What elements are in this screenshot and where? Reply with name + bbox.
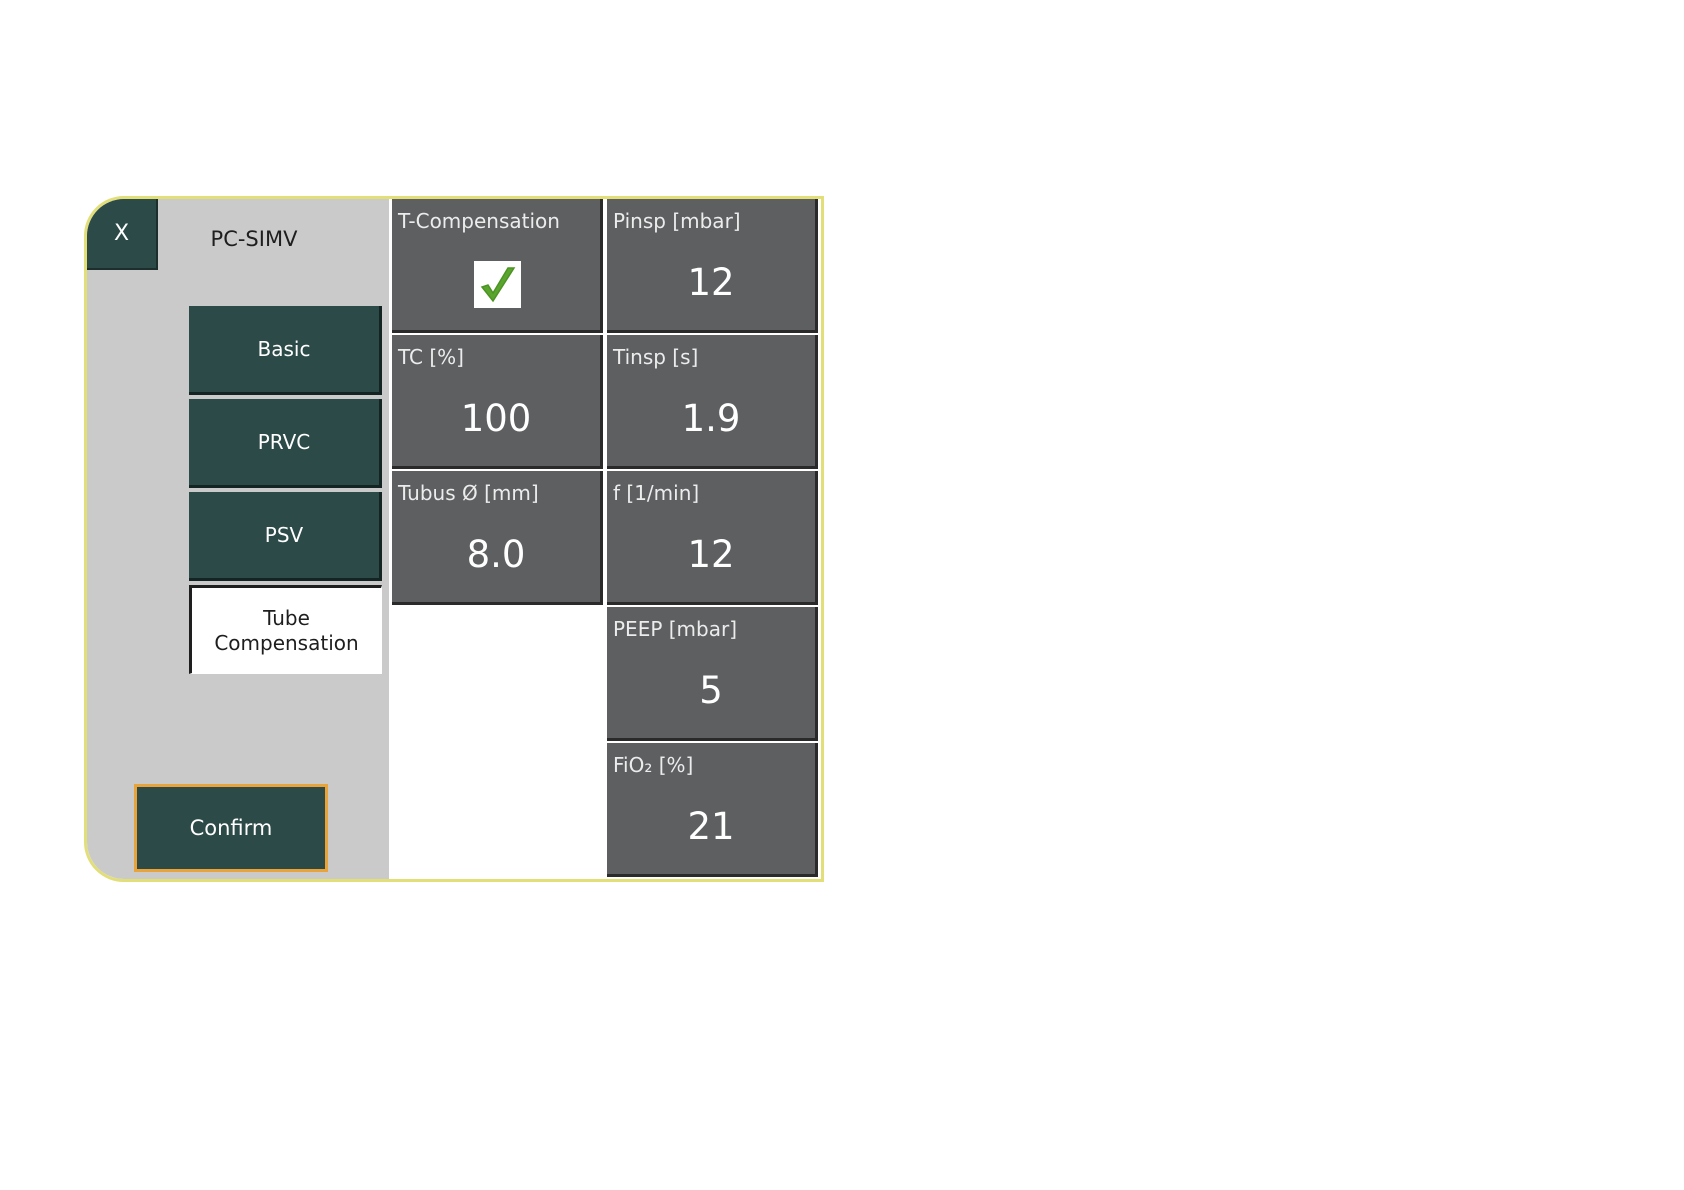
pinsp-label: Pinsp [mbar] [613, 209, 741, 233]
tubus-label: Tubus Ø [mm] [398, 481, 539, 505]
fio2-value: 21 [687, 805, 735, 848]
t-compensation-label: T-Compensation [398, 209, 560, 233]
checkmark-icon [480, 266, 515, 302]
tinsp-value: 1.9 [681, 397, 741, 440]
t-compensation-toggle[interactable]: T-Compensation [392, 199, 603, 333]
tinsp-setting[interactable]: Tinsp [s] 1.9 [607, 335, 818, 469]
checkbox[interactable] [474, 261, 521, 308]
tab-psv[interactable]: PSV [189, 492, 382, 581]
peep-label: PEEP [mbar] [613, 617, 738, 641]
mode-navigation-pane: X PC-SIMV Basic PRVC PSV Tube Compensati… [87, 199, 389, 879]
tc-label: TC [%] [398, 345, 464, 369]
tc-setting[interactable]: TC [%] 100 [392, 335, 603, 469]
mode-title: PC-SIMV [210, 227, 298, 251]
tinsp-label: Tinsp [s] [613, 345, 699, 369]
fio2-setting[interactable]: FiO₂ [%] 21 [607, 743, 818, 877]
fio2-label: FiO₂ [%] [613, 753, 694, 777]
frequency-setting[interactable]: f [1/min] 12 [607, 471, 818, 605]
frequency-label: f [1/min] [613, 481, 700, 505]
tab-tube-compensation[interactable]: Tube Compensation [189, 585, 382, 674]
tubus-value: 8.0 [466, 533, 526, 576]
tc-value: 100 [460, 397, 532, 440]
pinsp-value: 12 [687, 261, 735, 304]
confirm-button[interactable]: Confirm [134, 784, 328, 872]
peep-setting[interactable]: PEEP [mbar] 5 [607, 607, 818, 741]
tab-basic[interactable]: Basic [189, 306, 382, 395]
tubus-setting[interactable]: Tubus Ø [mm] 8.0 [392, 471, 603, 605]
close-button[interactable]: X [87, 199, 158, 270]
frequency-value: 12 [687, 533, 735, 576]
ventilation-settings-panel: X PC-SIMV Basic PRVC PSV Tube Compensati… [84, 196, 824, 882]
tab-prvc[interactable]: PRVC [189, 399, 382, 488]
pinsp-setting[interactable]: Pinsp [mbar] 12 [607, 199, 818, 333]
peep-value: 5 [699, 669, 723, 712]
